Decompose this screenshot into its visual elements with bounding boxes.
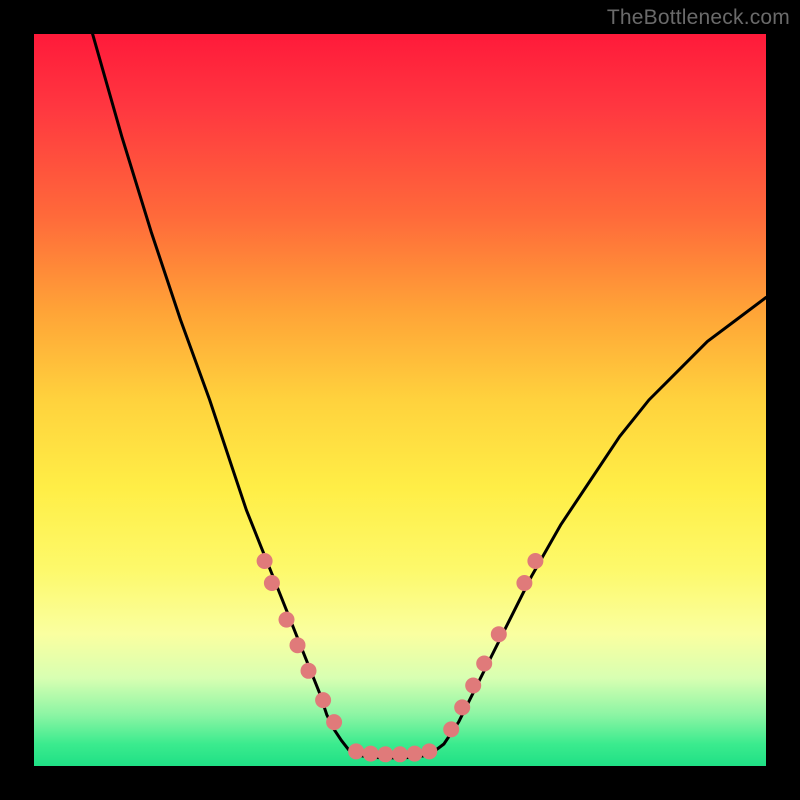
data-point	[326, 714, 342, 730]
data-point	[476, 656, 492, 672]
data-point	[392, 746, 408, 762]
data-point	[377, 746, 393, 762]
data-point	[443, 721, 459, 737]
data-point	[264, 575, 280, 591]
data-point	[301, 663, 317, 679]
chart-frame: TheBottleneck.com	[0, 0, 800, 800]
data-point	[516, 575, 532, 591]
data-point	[315, 692, 331, 708]
chart-svg	[34, 34, 766, 766]
plot-area	[34, 34, 766, 766]
data-point	[491, 626, 507, 642]
data-point	[257, 553, 273, 569]
watermark-text: TheBottleneck.com	[607, 6, 790, 30]
data-point	[421, 743, 437, 759]
bottleneck-curve	[93, 34, 766, 758]
data-point	[290, 637, 306, 653]
data-point	[279, 612, 295, 628]
data-point	[407, 746, 423, 762]
data-point	[465, 678, 481, 694]
data-point	[363, 746, 379, 762]
data-point	[527, 553, 543, 569]
data-point	[454, 699, 470, 715]
data-point	[348, 743, 364, 759]
